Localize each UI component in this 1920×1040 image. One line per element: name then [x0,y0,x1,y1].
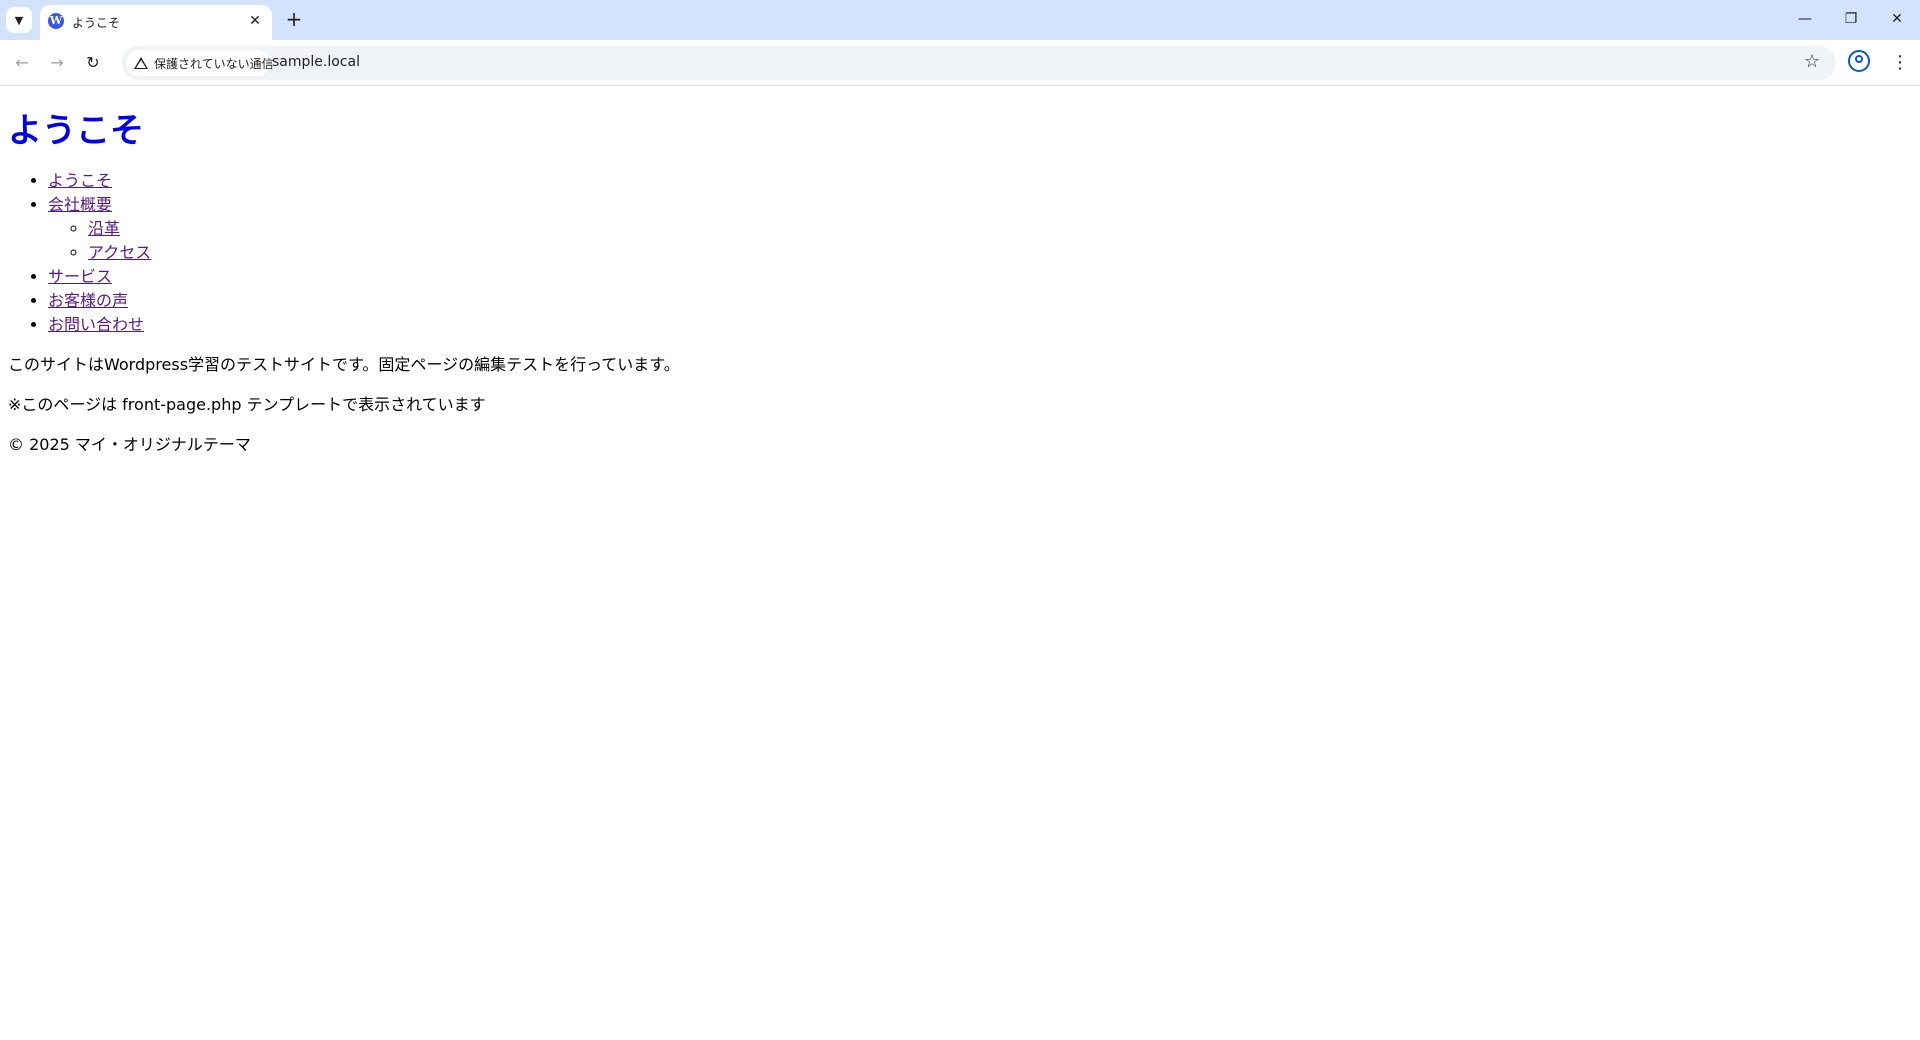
main-content: このサイトはWordpress学習のテストサイトです。固定ページの編集テストを行… [8,353,1912,417]
security-chip[interactable]: 保護されていない通信 [126,50,274,76]
nav-link-welcome[interactable]: ようこそ [48,171,112,190]
minimize-button[interactable]: — [1790,6,1820,32]
footer: © 2025 マイ・オリジナルテーマ [8,433,1912,457]
reload-button[interactable]: ↻ [81,51,105,75]
forward-button[interactable]: → [45,51,69,75]
nav-link-company[interactable]: 会社概要 [48,195,112,214]
close-window-button[interactable]: ✕ [1882,6,1912,32]
close-tab-icon[interactable]: ✕ [246,12,264,30]
intro-paragraph: このサイトはWordpress学習のテストサイトです。固定ページの編集テストを行… [8,355,680,374]
browser-tab[interactable]: W ようこそ ✕ [40,5,272,40]
url-text[interactable]: sample.local [272,54,360,70]
nav-link-testimonials[interactable]: お客様の声 [48,291,128,310]
nav-item: お問い合わせ [48,313,1912,337]
browser-toolbar: ← → ↻ 保護されていない通信 sample.local ☆ ⋮ [0,40,1920,86]
menu-icon[interactable]: ⋮ [1890,51,1910,75]
profile-icon[interactable] [1848,50,1870,72]
wordpress-icon: W [48,13,64,29]
site-title-link[interactable]: ようこそ [8,111,144,151]
sub-nav-item: 沿革 [88,217,1912,241]
copyright-text: © 2025 マイ・オリジナルテーマ [8,435,251,454]
address-bar[interactable]: 保護されていない通信 sample.local ☆ [122,46,1836,80]
sub-nav: 沿革 アクセス [48,217,1912,265]
main-nav: ようこそ 会社概要 沿革 アクセス サービス お客様の声 お問い合わせ [8,169,1912,337]
chevron-down-icon: ▼ [14,13,24,27]
nav-link-history[interactable]: 沿革 [88,219,120,238]
warning-icon [134,57,148,69]
bookmark-star-icon[interactable]: ☆ [1804,51,1820,72]
page-content: ようこそ ようこそ 会社概要 沿革 アクセス サービス お客様の声 お問い合わせ [0,87,1920,1040]
restore-button[interactable]: ❐ [1836,6,1866,32]
tab-strip: ▼ W ようこそ ✕ + — ❐ ✕ [0,0,1920,40]
new-tab-button[interactable]: + [282,8,306,32]
nav-item: サービス [48,265,1912,289]
sub-nav-item: アクセス [88,241,1912,265]
nav-link-access[interactable]: アクセス [88,243,151,262]
nav-item: 会社概要 沿革 アクセス [48,193,1912,265]
back-button[interactable]: ← [10,51,34,75]
site-title: ようこそ [8,111,1912,151]
security-label: 保護されていない通信 [154,56,274,71]
tab-search-button[interactable]: ▼ [6,7,32,33]
template-note: ※このページは front-page.php テンプレートで表示されています [8,395,486,414]
nav-link-contact[interactable]: お問い合わせ [48,315,144,334]
nav-item: お客様の声 [48,289,1912,313]
nav-link-service[interactable]: サービス [48,267,112,286]
nav-item: ようこそ [48,169,1912,193]
tab-title: ようこそ [72,16,121,30]
